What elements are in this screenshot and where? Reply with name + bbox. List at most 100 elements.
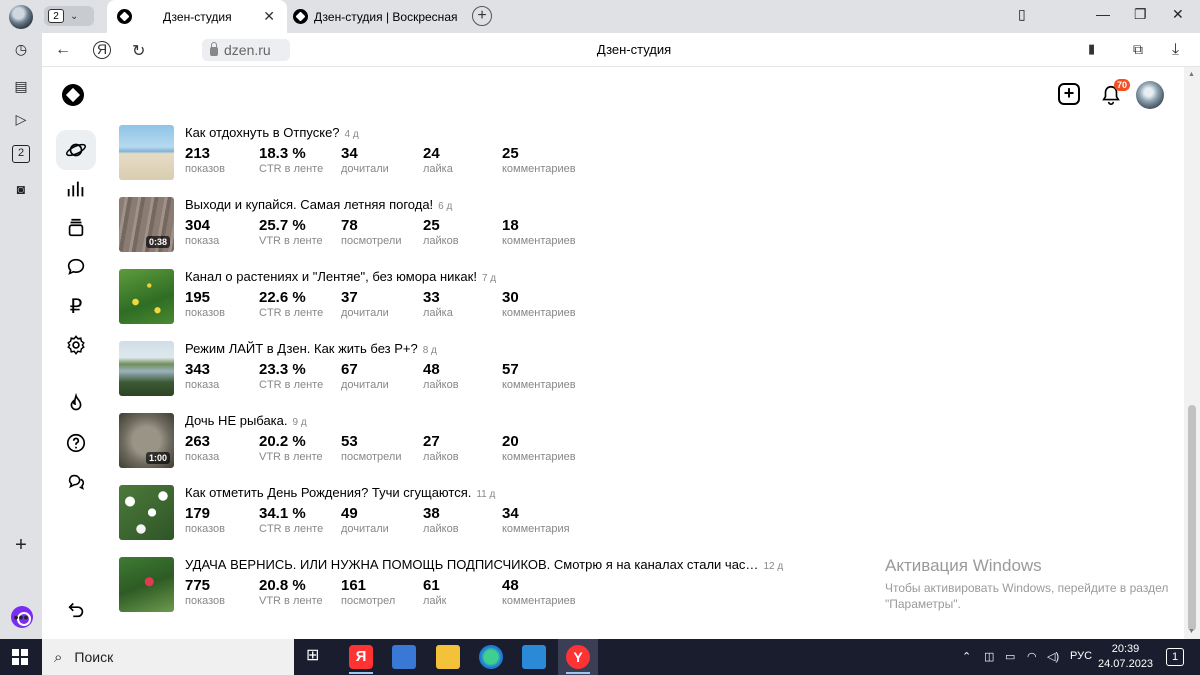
taskbar-active-app[interactable]: Y <box>558 639 598 675</box>
notification-center-icon[interactable]: 1 <box>1166 648 1184 666</box>
volume-icon[interactable]: ◁) <box>1047 650 1059 663</box>
battery-icon[interactable]: ▭ <box>1005 650 1015 663</box>
zen-logo-icon[interactable] <box>62 84 84 106</box>
publication-row[interactable]: Как отдохнуть в Отпуске? 4 д 213 показов 18.… <box>119 123 819 180</box>
nav-trends[interactable] <box>56 384 96 424</box>
new-tab-button[interactable]: + <box>472 6 492 26</box>
tray-chevron-icon[interactable]: ⌃ <box>962 650 971 663</box>
bookmark-icon[interactable]: ▮ <box>1088 41 1095 57</box>
tab-counter[interactable]: 2 ⌄ <box>44 6 94 26</box>
stat-label: CTR в ленте <box>259 379 324 391</box>
nav-monetization[interactable]: ₽ <box>56 286 96 326</box>
tabs-count-icon[interactable]: 2 <box>12 145 30 163</box>
publication-row[interactable]: УДАЧА ВЕРНИСЬ. ИЛИ НУЖНА ПОМОЩЬ ПОДПИСЧИ… <box>119 555 819 612</box>
task-view-icon[interactable]: ⊞ <box>306 645 330 669</box>
nav-stats[interactable] <box>56 169 96 209</box>
minimize-icon[interactable]: — <box>1096 6 1110 22</box>
address-bar: ← Я ↻ dzen.ru Дзен-студия ▮ ⧉ ⤓ <box>42 33 1200 67</box>
tab-inactive[interactable]: Дзен-студия | Воскресная <box>290 0 470 33</box>
publication-title-line[interactable]: УДАЧА ВЕРНИСЬ. ИЛИ НУЖНА ПОМОЩЬ ПОДПИСЧИ… <box>185 557 783 572</box>
publication-title[interactable]: Как отметить День Рождения? Тучи сгущают… <box>185 485 471 500</box>
profile-avatar[interactable] <box>9 5 33 29</box>
publication-row[interactable]: 1:00 Дочь НЕ рыбака. 9 д 263 показа 20.2 % VTR… <box>119 411 819 468</box>
close-window-icon[interactable]: ✕ <box>1172 6 1184 23</box>
publication-row[interactable]: 0:38 Выходи и купайся. Самая летняя погод… <box>119 195 819 252</box>
nav-publications[interactable] <box>56 208 96 248</box>
play-icon[interactable]: ▷ <box>12 110 30 128</box>
page-title: Дзен-студия <box>596 42 672 57</box>
yandex-y-icon: Y <box>566 645 590 669</box>
edge-icon[interactable] <box>479 645 503 669</box>
publication-title[interactable]: Режим ЛАЙТ в Дзен. Как жить без Р+? <box>185 341 418 356</box>
windows-start-icon[interactable] <box>12 649 28 665</box>
chevron-down-icon: ⌄ <box>70 10 79 22</box>
mail-icon[interactable] <box>522 645 546 669</box>
scrollbar-thumb[interactable] <box>1188 405 1196 631</box>
stat-label: лайка <box>423 307 453 319</box>
extensions-icon[interactable]: ⧉ <box>1133 41 1143 58</box>
publication-stat: 24 лайка <box>423 145 453 176</box>
publication-row[interactable]: Режим ЛАЙТ в Дзен. Как жить без Р+? 8 д 34… <box>119 339 819 396</box>
publication-thumbnail[interactable] <box>119 341 174 396</box>
publication-title-line[interactable]: Дочь НЕ рыбака. 9 д <box>185 413 307 428</box>
publication-title[interactable]: Выходи и купайся. Самая летняя погода! <box>185 197 433 212</box>
page-scrollbar[interactable]: ▲ ▼ <box>1184 67 1200 639</box>
fire-icon <box>70 393 82 411</box>
publication-stat: 61 лайк <box>423 577 447 608</box>
publication-thumbnail[interactable] <box>119 485 174 540</box>
publication-stat: 25 комментариев <box>502 145 576 176</box>
tab-count: 2 <box>48 9 64 23</box>
publication-row[interactable]: Канал о растениях и "Лентяе", без юмора … <box>119 267 819 324</box>
explorer-icon[interactable] <box>436 645 460 669</box>
screenshot-icon[interactable]: ◙ <box>12 180 30 198</box>
zen-favicon-icon <box>117 9 132 24</box>
download-icon[interactable]: ⤓ <box>1172 41 1179 59</box>
nav-chat[interactable] <box>56 462 96 502</box>
user-avatar[interactable] <box>1136 81 1164 109</box>
publication-title[interactable]: Как отдохнуть в Отпуске? <box>185 125 340 140</box>
nav-main[interactable] <box>56 130 96 170</box>
notes-icon[interactable]: ▤ <box>12 77 30 95</box>
stat-label: CTR в ленте <box>259 523 324 535</box>
nav-comments[interactable] <box>56 247 96 287</box>
nav-back-to-feed[interactable] <box>56 589 96 629</box>
tab-active[interactable]: Дзен-студия ✕ <box>107 0 287 33</box>
publication-row[interactable]: Как отметить День Рождения? Тучи сгущают… <box>119 483 819 540</box>
collections-icon[interactable]: ▯ <box>1018 6 1026 23</box>
nav-help[interactable] <box>56 423 96 463</box>
add-icon[interactable]: + <box>12 535 30 555</box>
network-icon[interactable]: ◠ <box>1027 650 1037 663</box>
language-indicator[interactable]: РУС <box>1070 650 1092 662</box>
history-icon[interactable]: ◷ <box>12 40 30 58</box>
publication-title[interactable]: УДАЧА ВЕРНИСЬ. ИЛИ НУЖНА ПОМОЩЬ ПОДПИСЧИ… <box>185 557 758 572</box>
publication-title-line[interactable]: Режим ЛАЙТ в Дзен. Как жить без Р+? 8 д <box>185 341 437 356</box>
publication-thumbnail[interactable] <box>119 557 174 612</box>
tray-app-icon[interactable]: ◫ <box>984 650 994 663</box>
publication-title-line[interactable]: Как отметить День Рождения? Тучи сгущают… <box>185 485 495 500</box>
more-icon[interactable]: ••• <box>12 608 30 626</box>
publication-thumbnail[interactable] <box>119 125 174 180</box>
scroll-down-icon[interactable]: ▼ <box>1188 628 1195 635</box>
stat-label: комментария <box>502 523 570 535</box>
yandex-browser-icon[interactable]: Я <box>349 645 373 669</box>
stat-label: дочитали <box>341 307 389 319</box>
nav-settings[interactable] <box>56 325 96 365</box>
chat-icon <box>68 474 85 490</box>
publication-title[interactable]: Канал о растениях и "Лентяе", без юмора … <box>185 269 477 284</box>
publication-title-line[interactable]: Как отдохнуть в Отпуске? 4 д <box>185 125 359 140</box>
restore-icon[interactable]: ❐ <box>1134 6 1147 23</box>
scroll-up-icon[interactable]: ▲ <box>1188 71 1195 78</box>
taskbar-clock[interactable]: 20:39 24.07.2023 <box>1098 642 1153 672</box>
store-icon[interactable] <box>392 645 416 669</box>
close-tab-icon[interactable]: ✕ <box>263 8 275 25</box>
publication-thumbnail[interactable] <box>119 269 174 324</box>
video-duration: 0:38 <box>145 236 170 248</box>
publication-thumbnail[interactable]: 1:00 <box>119 413 174 468</box>
publication-thumbnail[interactable]: 0:38 <box>119 197 174 252</box>
publication-title-line[interactable]: Канал о растениях и "Лентяе", без юмора … <box>185 269 496 284</box>
publication-title[interactable]: Дочь НЕ рыбака. <box>185 413 288 428</box>
app-running-indicator <box>566 672 590 674</box>
publication-title-line[interactable]: Выходи и купайся. Самая летняя погода! 6 … <box>185 197 452 212</box>
taskbar-search[interactable]: ⌕ Поиск <box>42 639 294 675</box>
create-button[interactable]: + <box>1058 83 1080 105</box>
